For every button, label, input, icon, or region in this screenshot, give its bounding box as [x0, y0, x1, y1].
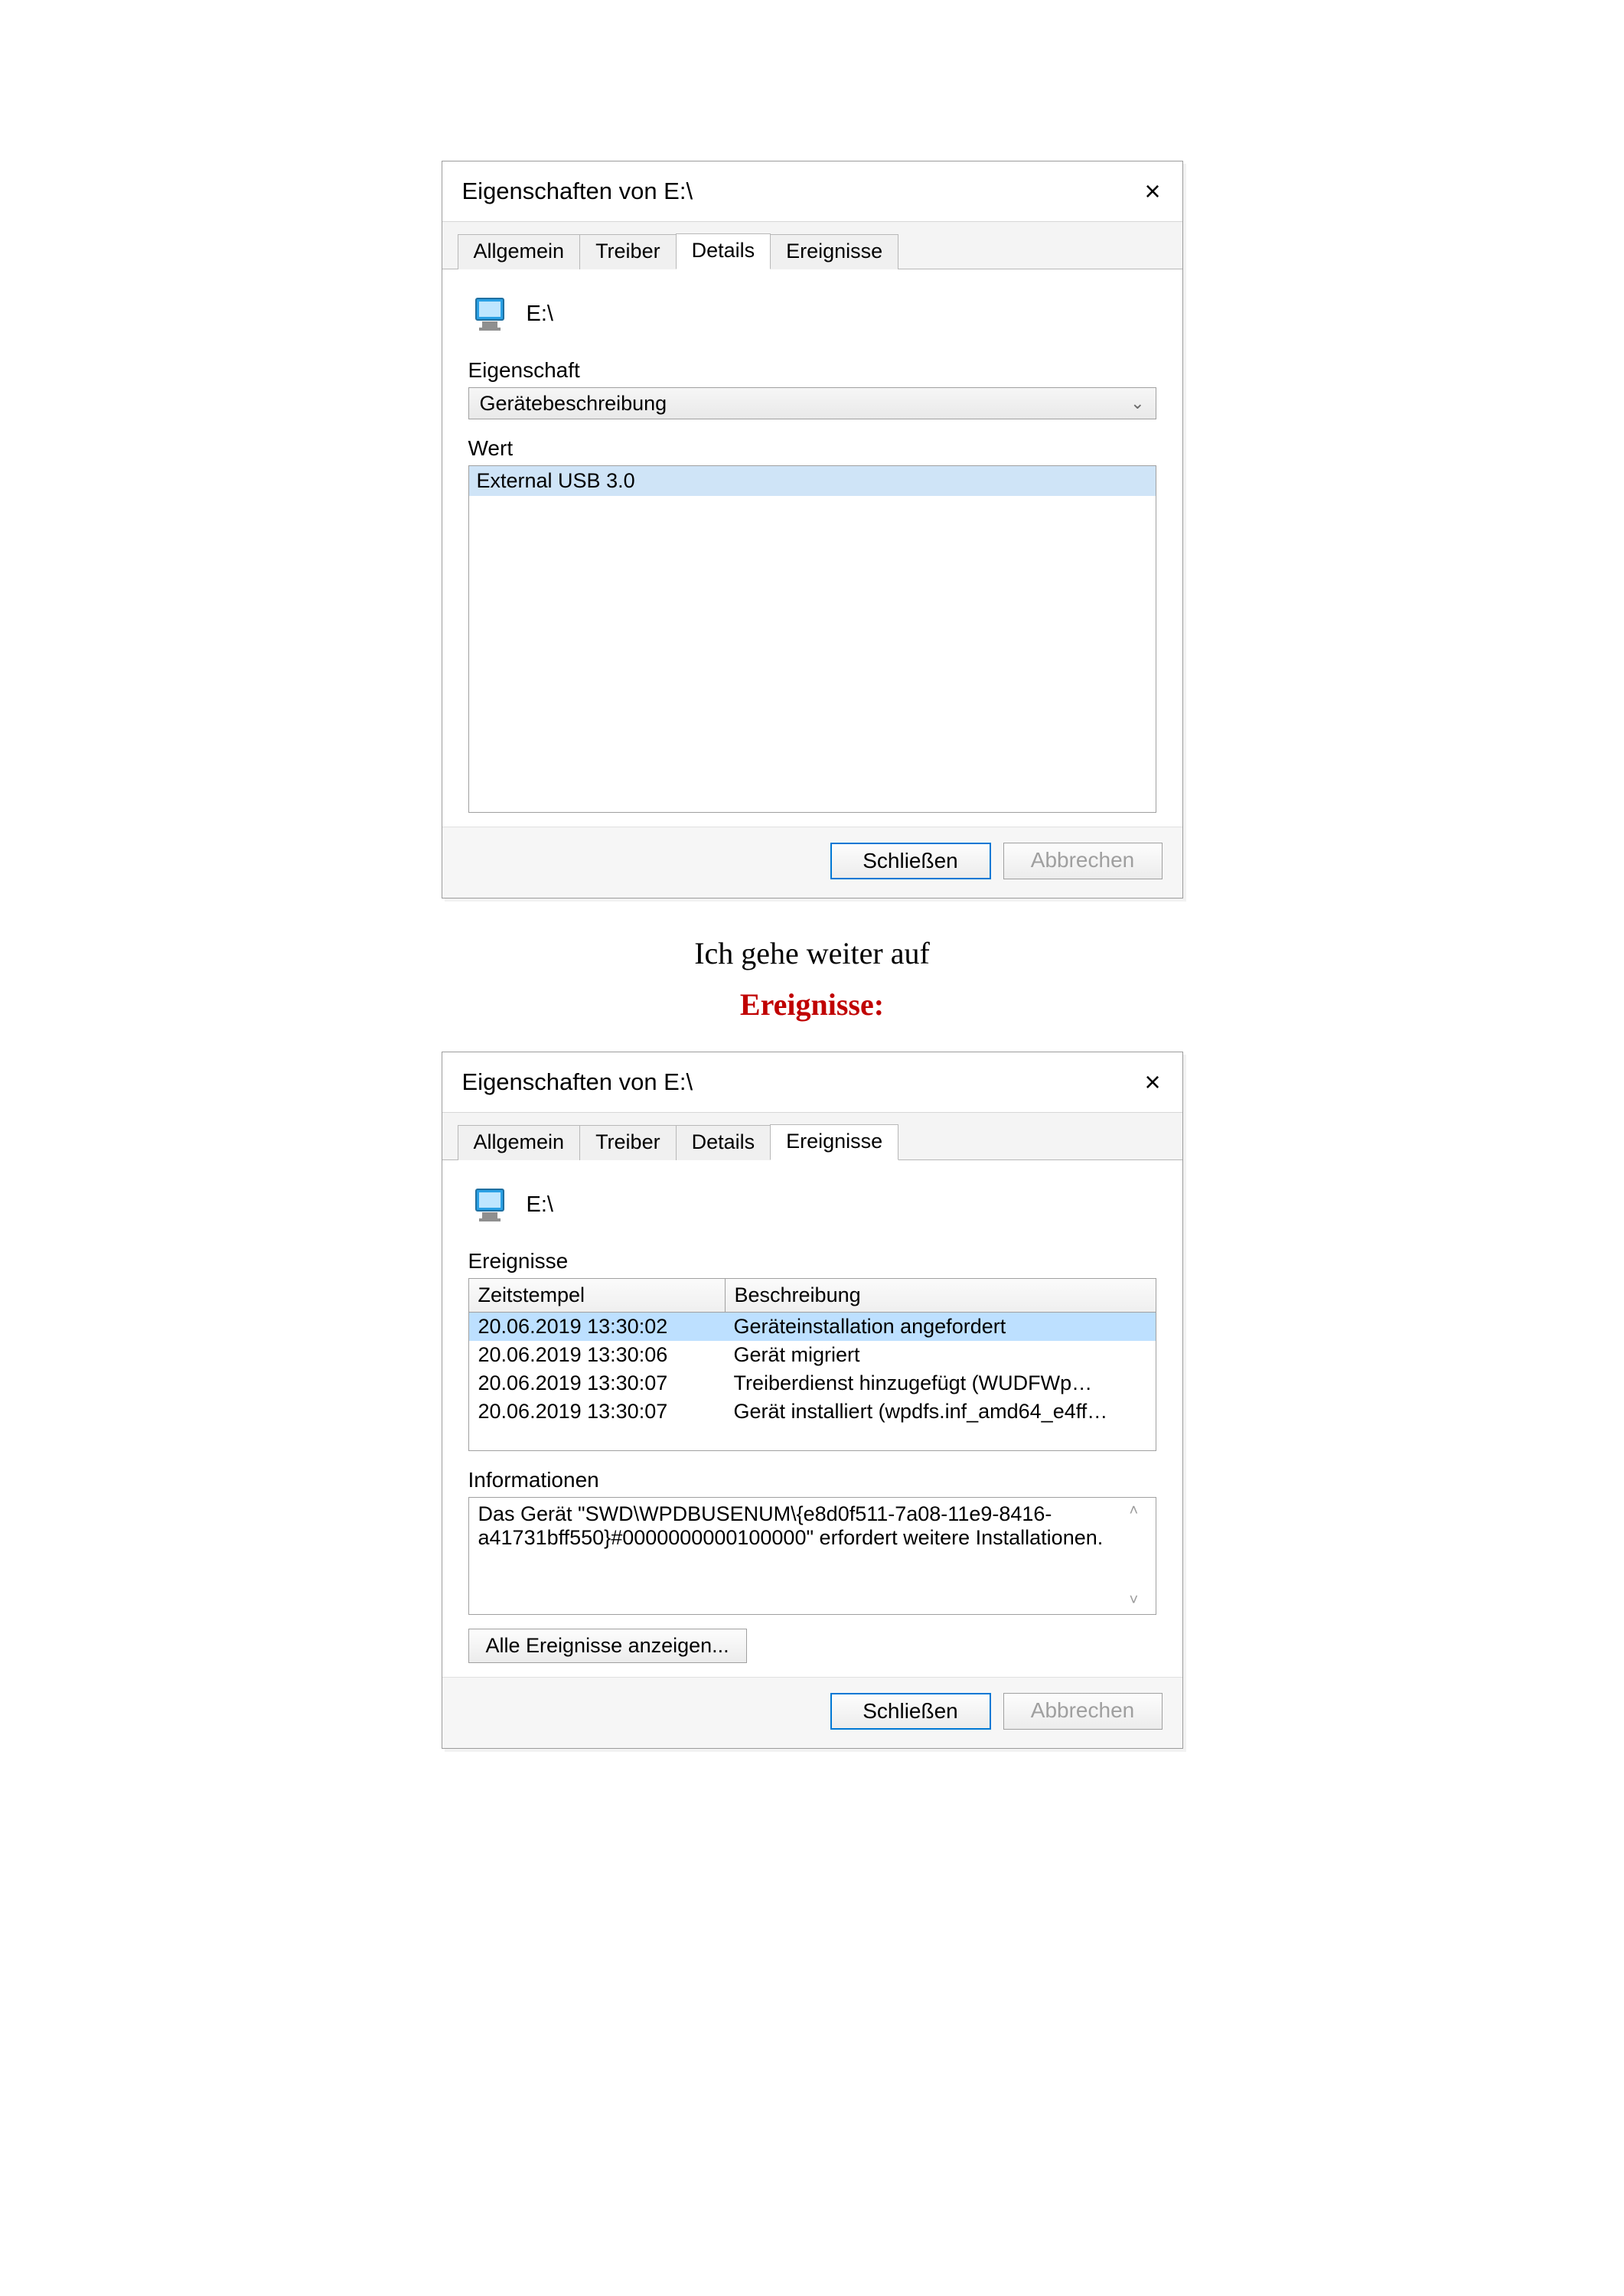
device-name: E:\: [527, 302, 553, 327]
events-label: Ereignisse: [468, 1249, 1156, 1274]
window-title: Eigenschaften von E:\: [462, 178, 1137, 205]
tab-ereignisse[interactable]: Ereignisse: [770, 1124, 898, 1160]
tab-ereignisse[interactable]: Ereignisse: [770, 234, 898, 269]
properties-dialog-ereignisse: Eigenschaften von E:\ × Allgemein Treibe…: [442, 1052, 1183, 1749]
properties-dialog-details: Eigenschaften von E:\ × Allgemein Treibe…: [442, 161, 1183, 899]
show-all-events-button[interactable]: Alle Ereignisse anzeigen...: [468, 1629, 747, 1663]
events-cell-desc: Gerät migriert: [725, 1341, 1156, 1369]
events-listview[interactable]: Zeitstempel Beschreibung 20.06.2019 13:3…: [468, 1278, 1156, 1451]
scroll-up-icon[interactable]: ˄: [1130, 1502, 1151, 1520]
dialog-body: E:\ Eigenschaft Gerätebeschreibung ⌄ Wer…: [442, 269, 1182, 827]
dialog-footer: Schließen Abbrechen: [442, 827, 1182, 898]
events-cell-ts: 20.06.2019 13:30:02: [469, 1313, 725, 1341]
events-row[interactable]: 20.06.2019 13:30:02 Geräteinstallation a…: [469, 1313, 1156, 1341]
dialog-body: E:\ Ereignisse Zeitstempel Beschreibung …: [442, 1160, 1182, 1677]
tabstrip: Allgemein Treiber Details Ereignisse: [442, 222, 1182, 269]
events-header: Zeitstempel Beschreibung: [469, 1279, 1156, 1313]
cancel-button: Abbrechen: [1003, 1693, 1163, 1730]
events-row[interactable]: 20.06.2019 13:30:06 Gerät migriert: [469, 1341, 1156, 1369]
device-row: E:\: [468, 288, 1156, 351]
tabstrip: Allgemein Treiber Details Ereignisse: [442, 1113, 1182, 1160]
tab-treiber[interactable]: Treiber: [579, 1125, 677, 1160]
drive-icon: [470, 294, 510, 334]
titlebar: Eigenschaften von E:\ ×: [442, 161, 1182, 222]
tab-details[interactable]: Details: [676, 1125, 771, 1160]
close-button[interactable]: Schließen: [830, 1693, 991, 1730]
events-cell-ts: 20.06.2019 13:30:07: [469, 1369, 725, 1397]
property-select[interactable]: Gerätebeschreibung ⌄: [468, 387, 1156, 419]
property-label: Eigenschaft: [468, 358, 1156, 383]
info-text: Das Gerät "SWD\WPDBUSENUM\{e8d0f511-7a08…: [478, 1502, 1146, 1609]
tab-treiber[interactable]: Treiber: [579, 234, 677, 269]
value-label: Wert: [468, 436, 1156, 461]
tab-allgemein[interactable]: Allgemein: [458, 234, 581, 269]
events-cell-desc: Treiberdienst hinzugefügt (WUDFWp…: [725, 1369, 1156, 1397]
events-col-timestamp[interactable]: Zeitstempel: [469, 1279, 726, 1312]
cancel-button: Abbrechen: [1003, 843, 1163, 879]
close-icon[interactable]: ×: [1136, 1064, 1168, 1101]
scrollbar[interactable]: ˄ ˅: [1130, 1502, 1151, 1609]
value-listbox[interactable]: External USB 3.0: [468, 465, 1156, 813]
events-cell-ts: 20.06.2019 13:30:07: [469, 1397, 725, 1426]
close-icon[interactable]: ×: [1136, 173, 1168, 210]
events-cell-ts: 20.06.2019 13:30:06: [469, 1341, 725, 1369]
value-list-item[interactable]: External USB 3.0: [469, 466, 1156, 496]
tab-allgemein[interactable]: Allgemein: [458, 1125, 581, 1160]
events-col-description[interactable]: Beschreibung: [726, 1279, 1156, 1312]
drive-icon: [470, 1185, 510, 1225]
chevron-down-icon: ⌄: [1130, 393, 1144, 413]
narration-line-2: Ereignisse:: [740, 987, 884, 1022]
info-label: Informationen: [468, 1468, 1156, 1492]
scroll-down-icon[interactable]: ˅: [1130, 1592, 1151, 1609]
dialog-footer: Schließen Abbrechen: [442, 1677, 1182, 1748]
events-row[interactable]: 20.06.2019 13:30:07 Gerät installiert (w…: [469, 1397, 1156, 1426]
property-select-value: Gerätebeschreibung: [480, 392, 667, 416]
tab-details[interactable]: Details: [676, 233, 771, 269]
titlebar: Eigenschaften von E:\ ×: [442, 1052, 1182, 1113]
events-cell-desc: Geräteinstallation angefordert: [725, 1313, 1156, 1341]
device-name: E:\: [527, 1192, 553, 1218]
events-rows: 20.06.2019 13:30:02 Geräteinstallation a…: [469, 1313, 1156, 1450]
events-row[interactable]: 20.06.2019 13:30:07 Treiberdienst hinzug…: [469, 1369, 1156, 1397]
events-cell-desc: Gerät installiert (wpdfs.inf_amd64_e4ff…: [725, 1397, 1156, 1426]
device-row: E:\: [468, 1179, 1156, 1241]
close-button[interactable]: Schließen: [830, 843, 991, 879]
narration-line-1: Ich gehe weiter auf: [694, 935, 930, 971]
window-title: Eigenschaften von E:\: [462, 1068, 1137, 1096]
info-textbox[interactable]: Das Gerät "SWD\WPDBUSENUM\{e8d0f511-7a08…: [468, 1497, 1156, 1615]
